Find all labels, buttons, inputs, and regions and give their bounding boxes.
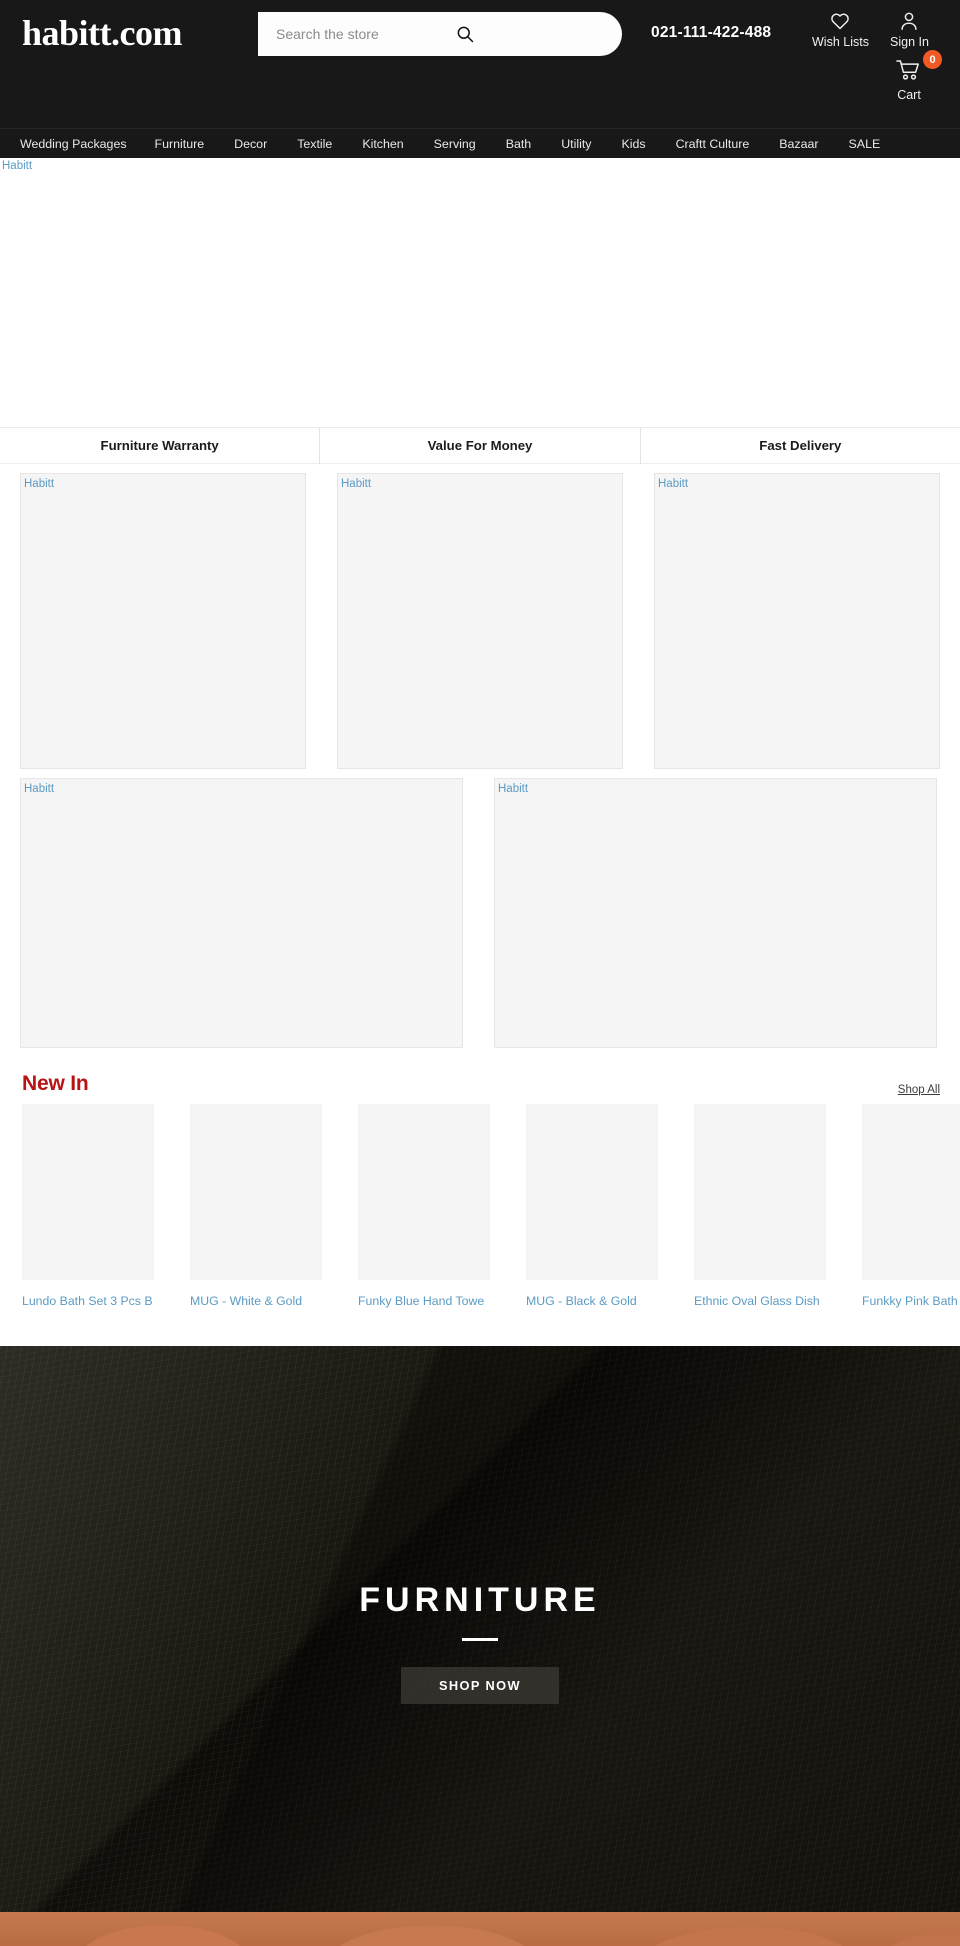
shop-all-link[interactable]: Shop All (898, 1084, 940, 1096)
banner-title: FURNITURE (359, 1581, 601, 1619)
nav-item-decor[interactable]: Decor (234, 137, 283, 151)
cart-icon-wrapper: 0 (895, 50, 942, 85)
nav-item-bazaar[interactable]: Bazaar (779, 137, 834, 151)
promo-row-three: Habitt Habitt Habitt (0, 464, 960, 769)
site-logo[interactable]: habitt.com (22, 10, 183, 56)
cart-button[interactable]: 0 Cart (895, 50, 942, 102)
product-card[interactable]: Funky Blue Hand Towe (358, 1104, 490, 1309)
feature-label-value-for-money: Value For Money (320, 427, 641, 464)
nav-item-craftt-culture[interactable]: Craftt Culture (676, 137, 766, 151)
product-image (22, 1104, 154, 1280)
signin-button[interactable]: Sign In (890, 10, 929, 49)
nav-item-wedding-packages[interactable]: Wedding Packages (20, 137, 143, 151)
product-card[interactable]: MUG - Black & Gold (526, 1104, 658, 1309)
promo-tile-2[interactable]: Habitt (337, 473, 623, 769)
product-name[interactable]: Funky Blue Hand Towe (358, 1293, 490, 1309)
contact-phone[interactable]: 021-111-422-488 (651, 24, 771, 42)
product-name[interactable]: Ethnic Oval Glass Dish (694, 1293, 826, 1309)
promo-row-two: Habitt Habitt (0, 769, 960, 1048)
product-card[interactable]: MUG - White & Gold (190, 1104, 322, 1309)
shop-now-button[interactable]: SHOP NOW (400, 1667, 560, 1704)
product-card[interactable]: Ethnic Oval Glass Dish (694, 1104, 826, 1309)
search-icon (457, 26, 474, 43)
hero-banner[interactable]: Habitt (0, 158, 960, 428)
feature-label-furniture-warranty: Furniture Warranty (0, 427, 321, 464)
search-bar[interactable] (258, 12, 622, 56)
site-header: habitt.com 021-111-422-488 Wish Lists Si… (0, 0, 960, 128)
search-input[interactable] (258, 14, 448, 54)
feature-bar: Furniture Warranty Value For Money Fast … (0, 427, 960, 464)
product-name[interactable]: Lundo Bath Set 3 Pcs B (22, 1293, 154, 1309)
main-navigation: Wedding Packages Furniture Decor Textile… (0, 128, 960, 158)
user-icon (901, 12, 918, 30)
product-image (526, 1104, 658, 1280)
cart-count-badge: 0 (923, 50, 942, 69)
nav-item-sale[interactable]: SALE (849, 137, 897, 151)
sofa-cushions (0, 1868, 960, 1946)
promo-tile-4[interactable]: Habitt (20, 778, 463, 1048)
wishlist-button[interactable]: Wish Lists (812, 10, 869, 49)
new-in-product-row: Lundo Bath Set 3 Pcs B MUG - White & Gol… (0, 1104, 960, 1309)
nav-item-furniture[interactable]: Furniture (155, 137, 221, 151)
wishlist-label: Wish Lists (812, 35, 869, 49)
product-card[interactable]: Lundo Bath Set 3 Pcs B (22, 1104, 154, 1309)
search-button[interactable] (448, 17, 482, 51)
promo-tile-3[interactable]: Habitt (654, 473, 940, 769)
nav-item-kitchen[interactable]: Kitchen (362, 137, 419, 151)
cart-icon (896, 60, 919, 80)
product-image (190, 1104, 322, 1280)
heart-icon (831, 13, 850, 30)
new-in-title: New In (22, 1072, 89, 1095)
signin-label: Sign In (890, 35, 929, 49)
nav-item-serving[interactable]: Serving (434, 137, 492, 151)
promo-tile-1[interactable]: Habitt (20, 473, 306, 769)
product-name[interactable]: MUG - Black & Gold (526, 1293, 658, 1309)
product-name[interactable]: Funkky Pink Bath Towe (862, 1293, 960, 1309)
banner-divider (462, 1638, 498, 1641)
new-in-header: New In Shop All (0, 1048, 960, 1104)
promo-tile-5[interactable]: Habitt (494, 778, 937, 1048)
product-name[interactable]: MUG - White & Gold (190, 1293, 322, 1309)
cart-label: Cart (897, 88, 921, 102)
furniture-banner[interactable]: FURNITURE SHOP NOW (0, 1346, 960, 1946)
product-image (694, 1104, 826, 1280)
banner-content: FURNITURE SHOP NOW (0, 1581, 960, 1704)
product-image (862, 1104, 960, 1280)
nav-item-kids[interactable]: Kids (621, 137, 661, 151)
nav-item-utility[interactable]: Utility (561, 137, 607, 151)
nav-item-bath[interactable]: Bath (506, 137, 548, 151)
nav-item-textile[interactable]: Textile (297, 137, 348, 151)
feature-label-fast-delivery: Fast Delivery (759, 437, 842, 453)
product-image (358, 1104, 490, 1280)
product-card[interactable]: Funkky Pink Bath Towe (862, 1104, 960, 1309)
